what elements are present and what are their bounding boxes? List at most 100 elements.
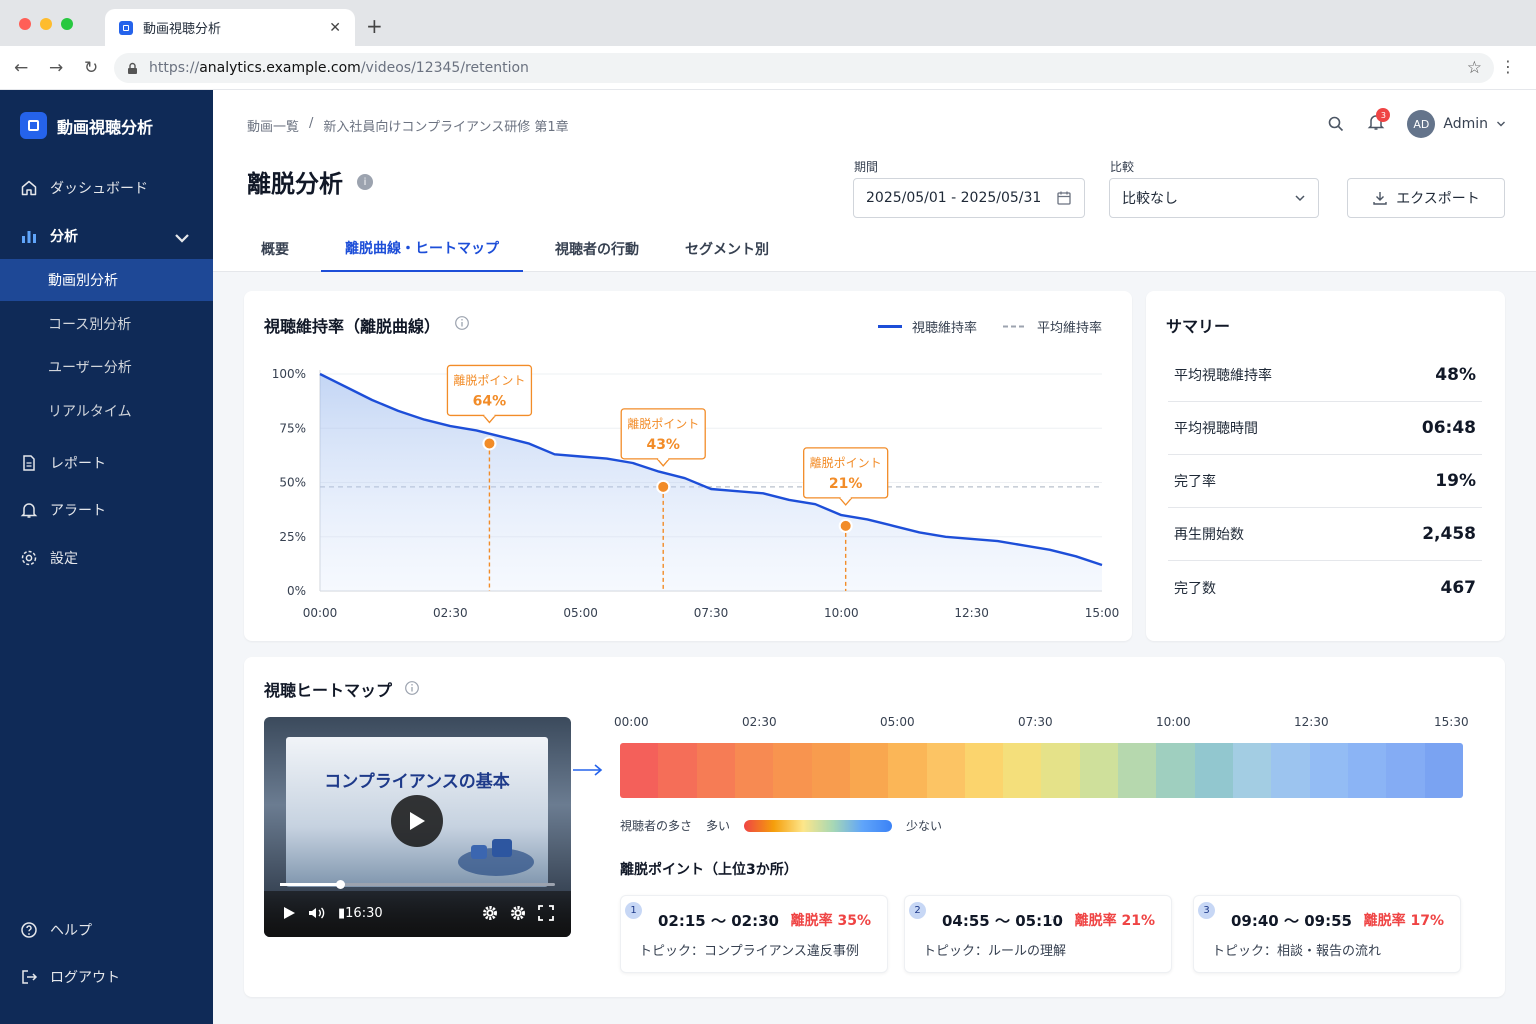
help-icon [21, 922, 37, 938]
tab-overview[interactable]: 概要 [247, 226, 303, 272]
window-controls [19, 18, 73, 30]
home-icon [21, 180, 37, 196]
compare-value: 比較なし [1122, 191, 1178, 207]
sidebar-sub-realtime[interactable]: リアルタイム [0, 390, 213, 432]
heatmap-card: 視聴ヒートマップ コンプライアンスの基本 ▮16:30 00:00 02:30 … [244, 657, 1505, 997]
video-control-row: ▮16:30 [282, 905, 554, 921]
url-field[interactable]: https://analytics.example.com/videos/123… [114, 53, 1494, 83]
user-menu[interactable]: AD Admin [1407, 110, 1506, 138]
chevron-right-icon: › [1050, 911, 1056, 926]
heatmap-cell [1309, 743, 1348, 798]
play-icon [410, 812, 425, 830]
sidebar-item-alert[interactable]: アラート [0, 488, 213, 532]
browser-tab[interactable]: 動画視聴分析 ✕ [105, 9, 355, 46]
document-icon [23, 455, 35, 471]
minimize-window-button[interactable] [40, 18, 52, 30]
browser-menu-icon[interactable]: ⋮ [1500, 57, 1516, 76]
play-button[interactable] [391, 795, 443, 847]
heatmap-cell [1386, 743, 1425, 798]
drop-point-card[interactable]: 2 04:55 〜 05:10 › 離脱率 21% トピック：ルールの理解 [904, 895, 1172, 973]
drop-point-number: 2 [909, 902, 926, 919]
breadcrumb-video-list[interactable]: 動画一覧 [247, 116, 299, 135]
logout-icon [22, 970, 38, 984]
volume-icon[interactable] [308, 906, 326, 920]
drop-point-rate: 離脱率 21% [1074, 913, 1155, 929]
scale-low-label: 少ない [906, 819, 943, 833]
y-tick-label: 75% [279, 421, 306, 435]
sidebar-item-logout[interactable]: ログアウト [0, 955, 213, 999]
export-button[interactable]: エクスポート [1347, 178, 1505, 218]
period-picker[interactable]: 2025/05/01 - 2025/05/31 [853, 178, 1085, 218]
forward-icon[interactable]: → [49, 58, 63, 78]
brand[interactable]: 動画視聴分析 [20, 112, 153, 139]
sidebar-item-settings[interactable]: 設定 [0, 536, 213, 580]
tab-segment[interactable]: セグメント別 [671, 226, 783, 272]
sidebar-item-help[interactable]: ヘルプ [0, 908, 213, 952]
chevron-down-icon [1295, 195, 1305, 202]
drop-point-marker [482, 436, 497, 451]
callout-pointer [656, 458, 670, 467]
bookmark-star-icon[interactable]: ☆ [1467, 58, 1482, 78]
search-icon[interactable] [1327, 115, 1345, 133]
new-tab-button[interactable]: + [366, 14, 383, 38]
drop-point-range: 02:15 〜 02:30 [658, 912, 779, 930]
gear-icon[interactable] [510, 905, 526, 921]
fullscreen-icon[interactable] [538, 905, 554, 921]
sidebar-item-report[interactable]: レポート [0, 441, 213, 485]
x-tick-label: 02:30 [433, 606, 468, 620]
tab-retention-heatmap[interactable]: 離脱曲線・ヒートマップ [321, 226, 523, 272]
heatmap-cell [1003, 743, 1042, 798]
back-icon[interactable]: ← [14, 58, 28, 78]
heatmap-cell [1233, 743, 1272, 798]
drop-point-label: 離脱ポイント [453, 372, 525, 387]
sidebar: 動画視聴分析 ダッシュボード 分析 動画別分析 コース別分析 ユーザー分析 リア… [0, 90, 213, 1024]
heatmap-cell [849, 743, 889, 798]
summary-row: 再生開始数 2,458 [1168, 508, 1482, 561]
reload-icon[interactable]: ↻ [84, 58, 98, 78]
browser-tabbar: 動画視聴分析 ✕ + [0, 0, 1536, 46]
download-icon [1373, 192, 1387, 205]
sidebar-sub-user[interactable]: ユーザー分析 [0, 346, 213, 388]
info-icon[interactable]: i [357, 174, 373, 190]
maximize-window-button[interactable] [61, 18, 73, 30]
heatmap-cell [620, 743, 659, 798]
settings-icon[interactable] [482, 905, 498, 921]
drop-point-range: 04:55 〜 05:10 [942, 912, 1063, 930]
chevron-right-icon: › [766, 911, 772, 926]
arrow-right-icon [573, 764, 603, 776]
scale-gradient [744, 819, 893, 832]
sidebar-item-dashboard[interactable]: ダッシュボード [0, 166, 213, 210]
help-circle-icon[interactable] [404, 680, 420, 696]
heatmap-cell [1347, 743, 1387, 798]
drop-point-number: 1 [625, 902, 642, 919]
heatmap-tick: 12:30 [1294, 715, 1329, 729]
heatmap-cell [1194, 743, 1233, 798]
heatmap-cell [926, 743, 965, 798]
compare-label: 比較 [1110, 160, 1135, 174]
compare-select[interactable]: 比較なし [1109, 178, 1319, 218]
heatmap-title: 視聴ヒートマップ [264, 681, 393, 700]
video-player[interactable]: コンプライアンスの基本 ▮16:30 [264, 717, 571, 937]
close-window-button[interactable] [19, 18, 31, 30]
drop-point-card[interactable]: 1 02:15 〜 02:30 › 離脱率 35% トピック：コンプライアンス違… [620, 895, 888, 973]
video-slide-title: コンプライアンスの基本 [324, 772, 510, 792]
sidebar-item-analysis[interactable]: 分析 [0, 214, 213, 258]
drop-point-topic: トピック：相談・報告の流れ [1212, 944, 1382, 959]
summary-value: 2,458 [1422, 524, 1476, 544]
sidebar-sub-course[interactable]: コース別分析 [0, 303, 213, 345]
tab-viewer-behavior[interactable]: 視聴者の行動 [541, 226, 653, 272]
play-small-icon[interactable] [282, 906, 296, 920]
sidebar-sub-video[interactable]: 動画別分析 [0, 259, 213, 301]
drop-point-marker [656, 479, 671, 494]
heatmap-strip[interactable] [620, 743, 1463, 798]
close-tab-icon[interactable]: ✕ [329, 20, 341, 36]
heatmap-cell [888, 743, 927, 798]
summary-label: 再生開始数 [1174, 527, 1244, 543]
retention-chart: 100% 75% 50% 25% 0% 00:00 02:30 05:00 07:30 10:00… [272, 364, 1119, 620]
notification-button[interactable]: 3 [1367, 108, 1391, 135]
video-progress[interactable] [280, 880, 555, 889]
drop-point-card[interactable]: 3 09:40 〜 09:55 › 離脱率 17% トピック：相談・報告の流れ [1193, 895, 1461, 973]
video-duration: ▮16:30 [338, 905, 383, 921]
video-controls: ▮16:30 [264, 880, 571, 937]
sidebar-item-label: 分析 [50, 229, 78, 245]
